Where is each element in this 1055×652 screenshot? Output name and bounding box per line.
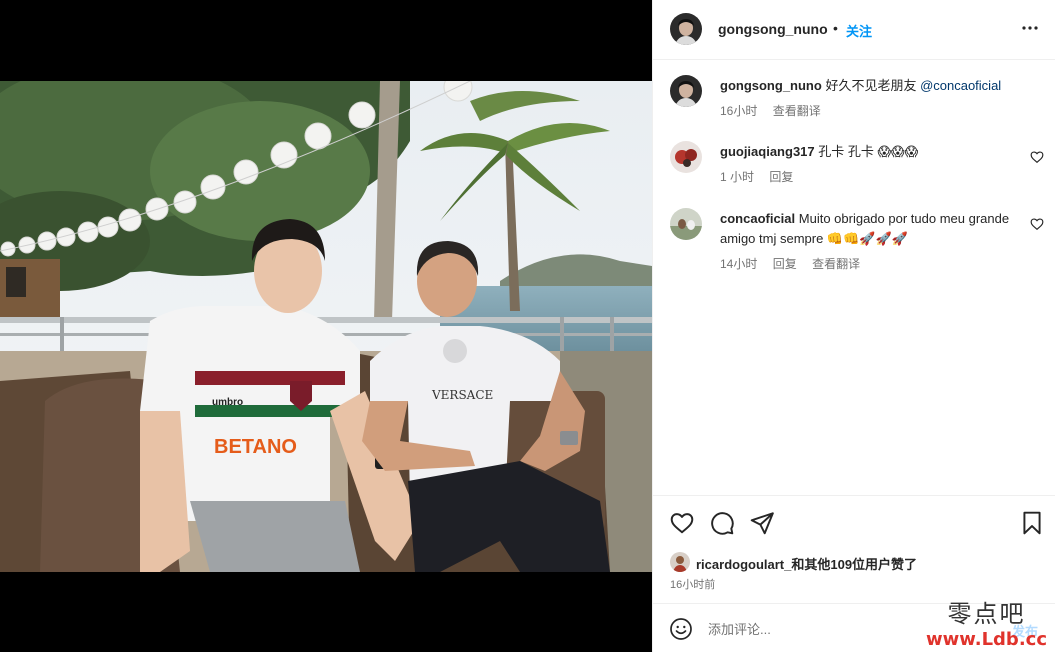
send-icon[interactable] [749, 510, 775, 536]
comment-body: concaoficial Muito obrigado por tudo meu… [720, 209, 1020, 249]
heart-icon[interactable] [669, 510, 695, 536]
jersey-brand-text: umbro [212, 397, 243, 408]
commenter-avatar[interactable] [670, 141, 702, 173]
instagram-post-modal: umbro BETANO VERSACE gongsong_nuno • 关注 … [0, 0, 1055, 652]
comment-time: 1 小时 [720, 170, 755, 184]
caption-meta: 16小时 查看翻译 [720, 102, 833, 119]
commenter-avatar[interactable] [670, 208, 702, 240]
jersey-sponsor-text: BETANO [214, 436, 297, 458]
comment-text: 孔卡 孔卡 😱😱😱 [818, 144, 919, 159]
comment-like-heart-icon[interactable] [1030, 150, 1044, 164]
caption-mention-link[interactable]: @concaoficial [920, 78, 1001, 93]
author-username[interactable]: gongsong_nuno [718, 21, 828, 37]
more-horizontal-icon[interactable] [1018, 16, 1042, 40]
likes-text[interactable]: ricardogoulart_和其他109位用户赞了 [696, 554, 917, 573]
caption-body: gongsong_nuno 好久不见老朋友 @concaoficial [720, 76, 1020, 96]
media-pane: umbro BETANO VERSACE [0, 0, 652, 652]
author-avatar[interactable] [670, 13, 702, 45]
liker-avatar [670, 552, 690, 572]
follow-button[interactable]: 关注 [846, 21, 872, 40]
comment-input[interactable] [708, 617, 958, 641]
caption-text: 好久不见老朋友 [825, 78, 921, 93]
reply-link[interactable]: 回复 [773, 257, 797, 271]
comment-author[interactable]: concaoficial [720, 211, 795, 226]
see-translation-link[interactable]: 查看翻译 [812, 257, 860, 271]
caption-author[interactable]: gongsong_nuno [720, 78, 822, 93]
bookmark-icon[interactable] [1019, 510, 1045, 536]
add-comment-bar: 发布 [653, 603, 1055, 652]
author-avatar[interactable] [670, 75, 702, 107]
shirt-print-text: VERSACE [431, 388, 493, 402]
post-action-bar [653, 495, 1055, 547]
post-side-panel: gongsong_nuno • 关注 gongsong_nuno 好久不见老朋友… [652, 0, 1055, 652]
see-translation-link[interactable]: 查看翻译 [773, 104, 821, 118]
comment-meta: 14小时 回复 查看翻译 [720, 255, 872, 272]
comment-icon[interactable] [709, 510, 735, 536]
post-header: gongsong_nuno • 关注 [653, 0, 1055, 60]
comment-meta: 1 小时 回复 [720, 168, 805, 185]
likes-summary[interactable]: ricardogoulart_和其他109位用户赞了 [670, 552, 1050, 572]
comment-body: guojiaqiang317 孔卡 孔卡 😱😱😱 [720, 142, 1020, 162]
post-timestamp: 16小时前 [670, 579, 716, 591]
comment-time: 14小时 [720, 257, 758, 271]
reply-link[interactable]: 回复 [769, 170, 793, 184]
caption-time: 16小时 [720, 104, 758, 118]
comment-like-heart-icon[interactable] [1030, 217, 1044, 231]
comment-author[interactable]: guojiaqiang317 [720, 144, 815, 159]
post-comment-button[interactable]: 发布 [1012, 621, 1038, 640]
separator-dot: • [833, 20, 838, 36]
post-photo[interactable]: umbro BETANO VERSACE [0, 81, 652, 572]
emoji-smile-icon[interactable] [669, 617, 693, 641]
